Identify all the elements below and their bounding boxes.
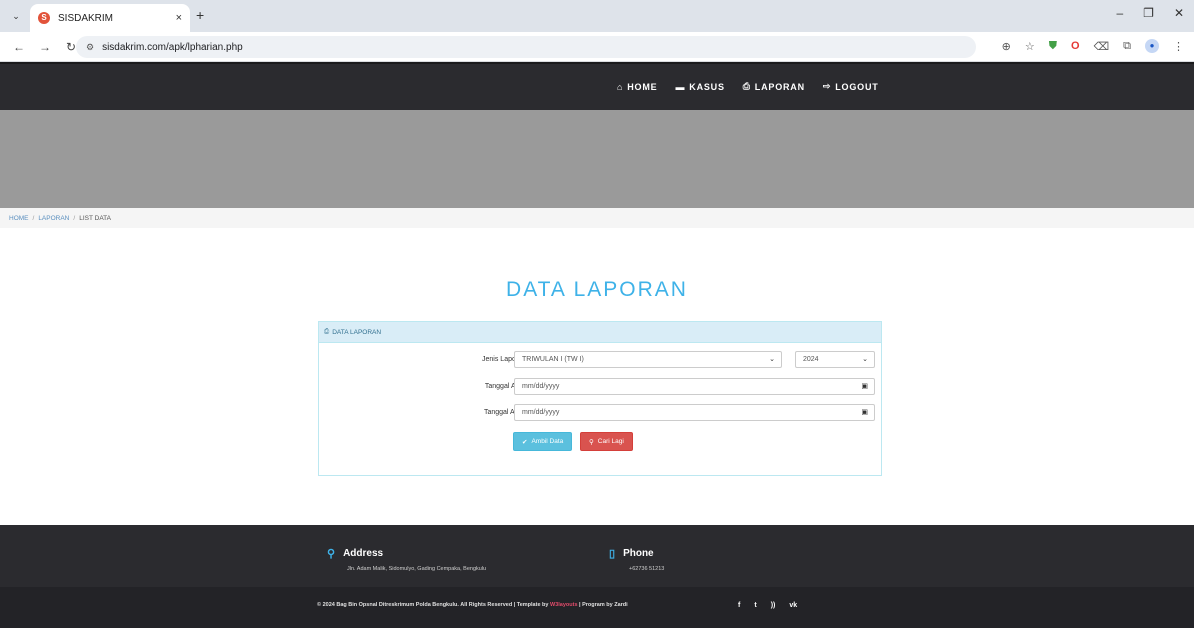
tanggal-akhir-row: Tanggal Akhir mm/dd/yyyy ▣ — [319, 404, 883, 422]
ambil-data-label: Ambil Data — [531, 438, 564, 445]
url-text: sisdakrim.com/apk/lpharian.php — [102, 41, 243, 53]
url-field[interactable]: ⚙ sisdakrim.com/apk/lpharian.php — [76, 36, 976, 58]
jenis-laporan-select[interactable]: TRIWULAN I (TW I) ⌄ — [514, 351, 782, 368]
main-menu: ⌂ HOME ▬ KASUS ⎙ LAPORAN ⇨ LOGOUT — [617, 81, 879, 92]
twitter-icon[interactable]: t — [754, 602, 756, 609]
breadcrumb-home[interactable]: HOME — [9, 215, 29, 222]
folder-icon: ▬ — [675, 81, 686, 92]
print-icon: ⎙ — [742, 81, 751, 91]
chevron-down-icon: ⌄ — [862, 356, 868, 363]
year-value: 2024 — [803, 356, 819, 363]
logout-icon: ⇨ — [822, 81, 832, 91]
phone-text: +62736 51213 — [629, 566, 665, 572]
tab-search-icon[interactable]: ⌄ — [8, 8, 24, 24]
jenis-laporan-label: Jenis Laporan — [482, 356, 526, 363]
page-title: DATA LAPORAN — [506, 278, 688, 301]
cari-lagi-label: Cari Lagi — [597, 438, 624, 445]
footer-bottom: © 2024 Bag Bin Opsnal Ditreskrimum Polda… — [0, 587, 1194, 628]
opera-extension-icon[interactable]: O — [1071, 40, 1080, 52]
shield-extension-icon[interactable]: ⛊ — [1049, 40, 1057, 53]
calendar-icon[interactable]: ▣ — [861, 408, 868, 416]
copyright-author: | Program by Zardi — [577, 602, 628, 608]
nav-home-label: HOME — [627, 81, 658, 92]
phone-title: Phone — [623, 548, 654, 559]
breadcrumb-separator: / — [73, 214, 76, 222]
panel-heading: ⎙ DATA LAPORAN — [319, 322, 881, 343]
profile-avatar-icon[interactable]: ● — [1145, 39, 1159, 53]
ambil-data-button[interactable]: ✔ Ambil Data — [513, 432, 573, 451]
nav-kasus[interactable]: ▬ KASUS — [675, 81, 724, 92]
address-text: Jln. Adam Malik, Sidomulyo, Gading Cempa… — [347, 566, 487, 572]
footer-address: ⚲ Address Jln. Adam Malik, Sidomulyo, Ga… — [327, 547, 486, 572]
browser-menu-icon[interactable]: ⋮ — [1173, 40, 1184, 53]
vk-icon[interactable]: vk — [789, 602, 797, 609]
browser-tabbar: ⌄ S SISDAKRIM × + – ❐ ✕ — [0, 0, 1194, 32]
tanggal-awal-row: Tanggal Awal mm/dd/yyyy ▣ — [319, 378, 883, 396]
year-select[interactable]: 2024 ⌄ — [795, 351, 875, 368]
home-icon: ⌂ — [617, 81, 624, 92]
template-link[interactable]: W3layouts — [550, 602, 578, 608]
nav-laporan-label: LAPORAN — [754, 81, 805, 92]
tanggal-awal-input[interactable]: mm/dd/yyyy ▣ — [514, 378, 875, 395]
search-icon: ⚲ — [589, 438, 594, 446]
hero-banner — [0, 110, 1194, 208]
breadcrumb-separator: / — [32, 214, 35, 222]
footer-contact: ⚲ Address Jln. Adam Malik, Sidomulyo, Ga… — [0, 525, 1194, 587]
trash-extension-icon[interactable]: ⌫ — [1094, 40, 1110, 53]
nav-home[interactable]: ⌂ HOME — [617, 81, 657, 92]
browser-tab[interactable]: S SISDAKRIM × — [30, 4, 190, 32]
extensions-bar: ⊕ ☆ ⛊ O ⌫ ⧉ ● ⋮ — [1002, 39, 1184, 53]
footer-phone: ▯ Phone +62736 51213 — [609, 547, 664, 572]
chevron-down-icon: ⌄ — [769, 356, 775, 363]
calendar-icon[interactable]: ▣ — [861, 382, 868, 390]
maximize-button[interactable]: ❐ — [1143, 6, 1154, 20]
nav-logout-label: LOGOUT — [835, 81, 879, 92]
back-icon[interactable]: ← — [12, 40, 26, 54]
tanggal-awal-placeholder: mm/dd/yyyy — [522, 383, 560, 390]
copyright-text: © 2024 Bag Bin Opsnal Ditreskrimum Polda… — [317, 602, 550, 608]
tanggal-akhir-input[interactable]: mm/dd/yyyy ▣ — [514, 404, 875, 421]
breadcrumb-current: LIST DATA — [79, 214, 111, 222]
jenis-laporan-row: Jenis Laporan TRIWULAN I (TW I) ⌄ 2024 ⌄ — [319, 351, 883, 369]
main-content: DATA LAPORAN ⎙ DATA LAPORAN Jenis Lapora… — [0, 228, 1194, 525]
rss-icon[interactable]: )) — [771, 602, 776, 609]
copyright: © 2024 Bag Bin Opsnal Ditreskrimum Polda… — [317, 602, 628, 608]
tanggal-akhir-placeholder: mm/dd/yyyy — [522, 409, 560, 416]
tab-title: SISDAKRIM — [58, 12, 114, 24]
print-icon: ⎙ — [324, 328, 330, 335]
nav-logout[interactable]: ⇨ LOGOUT — [823, 81, 879, 92]
forward-icon[interactable]: → — [38, 40, 52, 54]
favicon-icon: S — [38, 12, 50, 24]
report-panel: ⎙ DATA LAPORAN Jenis Laporan TRIWULAN I … — [318, 321, 882, 476]
phone-icon: ▯ — [609, 548, 616, 560]
site-navbar: ⌂ HOME ▬ KASUS ⎙ LAPORAN ⇨ LOGOUT — [0, 62, 1194, 110]
zoom-icon[interactable]: ⊕ — [1002, 40, 1011, 53]
site-info-icon[interactable]: ⚙ — [86, 42, 94, 53]
window-controls: – ❐ ✕ — [1116, 6, 1184, 20]
panel-heading-text: DATA LAPORAN — [332, 328, 382, 336]
jenis-laporan-value: TRIWULAN I (TW I) — [522, 356, 584, 363]
tanggal-akhir-label: Tanggal Akhir — [483, 409, 526, 416]
check-icon: ✔ — [522, 438, 528, 446]
breadcrumb-laporan[interactable]: LAPORAN — [38, 215, 69, 222]
map-marker-icon: ⚲ — [327, 548, 336, 560]
social-links: f t )) vk — [738, 602, 797, 609]
new-tab-button[interactable]: + — [196, 7, 204, 23]
cari-lagi-button[interactable]: ⚲ Cari Lagi — [580, 432, 633, 451]
nav-laporan[interactable]: ⎙ LAPORAN — [743, 81, 805, 92]
address-bar: ← → ↻ ⚙ sisdakrim.com/apk/lpharian.php ⊕… — [0, 32, 1194, 62]
extensions-puzzle-icon[interactable]: ⧉ — [1123, 40, 1131, 53]
close-window-button[interactable]: ✕ — [1174, 6, 1184, 20]
nav-kasus-label: KASUS — [689, 81, 725, 92]
minimize-button[interactable]: – — [1116, 6, 1123, 20]
address-title: Address — [343, 548, 384, 559]
breadcrumb: HOME / LAPORAN / LIST DATA — [0, 208, 1194, 228]
facebook-icon[interactable]: f — [738, 602, 740, 609]
tab-close-icon[interactable]: × — [176, 12, 182, 24]
tanggal-awal-label: Tanggal Awal — [484, 383, 526, 390]
bookmark-star-icon[interactable]: ☆ — [1025, 40, 1035, 53]
